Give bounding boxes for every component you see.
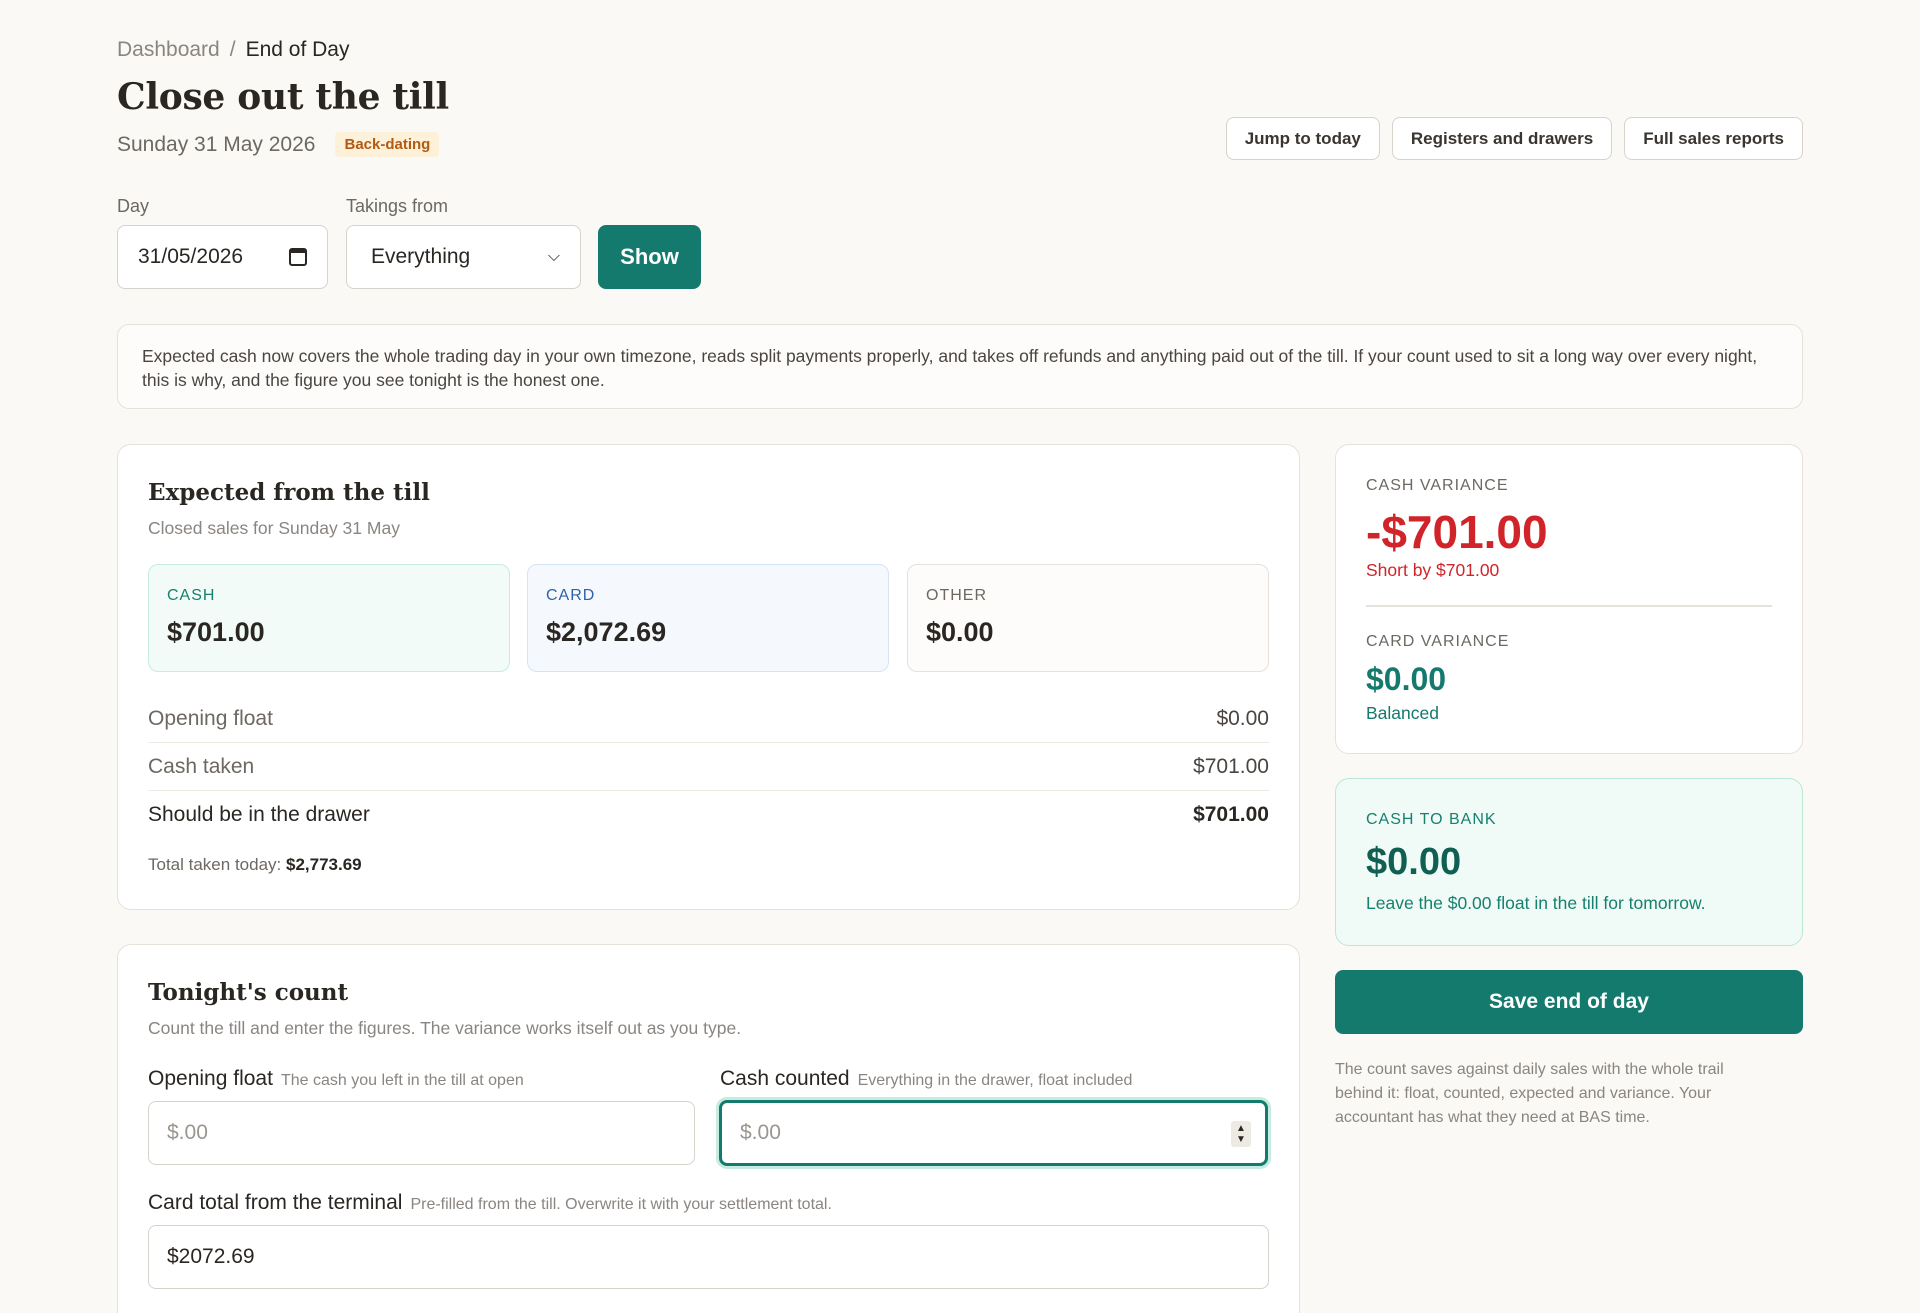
cash-variance-label: CASH VARIANCE bbox=[1366, 477, 1509, 494]
breadcrumb-current: End of Day bbox=[245, 38, 350, 61]
takings-from-value: Everything bbox=[371, 245, 471, 268]
takings-from-label: Takings from bbox=[346, 196, 449, 216]
day-date-input[interactable]: 31/05/2026 bbox=[117, 225, 328, 289]
opening-float-row: Opening float $0.00 bbox=[148, 695, 1269, 743]
opening-float-label: Opening float The cash you left in the ti… bbox=[148, 1067, 524, 1091]
opening-float-label-text: Opening float bbox=[148, 1067, 273, 1090]
total-label: Total taken today: bbox=[148, 855, 282, 874]
registers-and-drawers-button[interactable]: Registers and drawers bbox=[1391, 117, 1613, 160]
cash-counted-hint: Everything in the drawer, float included bbox=[857, 1072, 1133, 1089]
other-tile-label: OTHER bbox=[926, 587, 987, 604]
save-note: The count saves against daily sales with… bbox=[1335, 1061, 1724, 1126]
chevron-down-icon: ⌵ bbox=[547, 248, 560, 265]
cash-to-bank-label: CASH TO BANK bbox=[1366, 811, 1497, 828]
row-label: Should be in the drawer bbox=[148, 803, 370, 826]
breadcrumb-separator: / bbox=[229, 38, 236, 61]
row-value: $701.00 bbox=[1193, 754, 1269, 778]
card-total-value: $2072.69 bbox=[167, 1245, 255, 1268]
card-total-label: Card total from the terminal Pre-filled f… bbox=[148, 1191, 832, 1215]
expected-card-title: Expected from the till bbox=[148, 479, 430, 506]
row-value: $701.00 bbox=[1193, 803, 1269, 826]
card-tile-label: CARD bbox=[546, 587, 596, 604]
cash-tile: CASH $701.00 bbox=[148, 564, 510, 672]
cash-to-bank-note: Leave the $0.00 float in the till for to… bbox=[1366, 893, 1706, 913]
top-actions: Jump to today Registers and drawers Full… bbox=[1225, 117, 1803, 160]
takings-from-select[interactable]: Everything ⌵ bbox=[346, 225, 581, 289]
total-value: $2,773.69 bbox=[286, 855, 362, 874]
full-sales-reports-button[interactable]: Full sales reports bbox=[1624, 117, 1803, 160]
cash-tile-label: CASH bbox=[167, 587, 216, 604]
cash-taken-row: Cash taken $701.00 bbox=[148, 743, 1269, 791]
breadcrumb-dashboard-link[interactable]: Dashboard bbox=[117, 38, 220, 61]
card-tile-value: $2,072.69 bbox=[546, 617, 667, 647]
cash-variance-value: -$701.00 bbox=[1366, 506, 1548, 558]
card-total-input[interactable]: $2072.69 bbox=[148, 1225, 1269, 1289]
opening-float-input[interactable]: $.00 bbox=[148, 1101, 695, 1165]
day-date-value: 31/05/2026 bbox=[138, 245, 244, 268]
number-spinner-icon[interactable]: ▲ ▼ bbox=[1231, 1121, 1251, 1147]
other-tile-value: $0.00 bbox=[926, 617, 994, 647]
card-tile: CARD $2,072.69 bbox=[527, 564, 889, 672]
row-value: $0.00 bbox=[1216, 706, 1269, 730]
card-total-label-text: Card total from the terminal bbox=[148, 1191, 403, 1214]
variance-card: CASH VARIANCE -$701.00 Short by $701.00 … bbox=[1335, 444, 1803, 754]
card-variance-label: CARD VARIANCE bbox=[1366, 633, 1510, 650]
card-variance-value: $0.00 bbox=[1366, 661, 1447, 697]
page-title: Close out the till bbox=[117, 76, 449, 118]
cash-variance-note: Short by $701.00 bbox=[1366, 560, 1500, 580]
back-dating-badge: Back-dating bbox=[335, 132, 440, 157]
row-label: Cash taken bbox=[148, 754, 255, 778]
tonights-count-card: Tonight's count Count the till and enter… bbox=[117, 944, 1300, 1313]
card-variance-note: Balanced bbox=[1366, 703, 1439, 723]
other-tile: OTHER $0.00 bbox=[907, 564, 1269, 672]
count-card-subtitle: Count the till and enter the figures. Th… bbox=[148, 1018, 742, 1038]
jump-to-today-button[interactable]: Jump to today bbox=[1225, 117, 1380, 160]
show-button[interactable]: Show bbox=[598, 225, 701, 289]
cash-to-bank-card: CASH TO BANK $0.00 Leave the $0.00 float… bbox=[1335, 778, 1803, 946]
cash-counted-label-text: Cash counted bbox=[720, 1067, 850, 1090]
calendar-icon[interactable] bbox=[289, 248, 307, 266]
should-be-in-drawer-row: Should be in the drawer $701.00 bbox=[148, 791, 1269, 839]
info-notice: Expected cash now covers the whole tradi… bbox=[117, 324, 1803, 409]
expected-card-subtitle: Closed sales for Sunday 31 May bbox=[148, 518, 400, 538]
opening-float-hint: The cash you left in the till at open bbox=[280, 1072, 524, 1089]
card-total-hint: Pre-filled from the till. Overwrite it w… bbox=[410, 1196, 832, 1213]
cash-counted-placeholder: $.00 bbox=[740, 1121, 781, 1144]
save-end-of-day-button[interactable]: Save end of day bbox=[1335, 970, 1803, 1034]
breadcrumb: Dashboard / End of Day bbox=[117, 38, 349, 62]
row-label: Opening float bbox=[148, 706, 273, 730]
total-taken-today: Total taken today: $2,773.69 bbox=[148, 855, 362, 875]
cash-to-bank-value: $0.00 bbox=[1366, 841, 1462, 883]
page-date: Sunday 31 May 2026 bbox=[117, 132, 316, 156]
cash-tile-value: $701.00 bbox=[167, 617, 265, 647]
cash-counted-input[interactable]: $.00 ▲ ▼ bbox=[719, 1100, 1268, 1166]
expected-from-till-card: Expected from the till Closed sales for … bbox=[117, 444, 1300, 910]
cash-counted-label: Cash counted Everything in the drawer, fl… bbox=[720, 1067, 1132, 1091]
page-subtitle: Sunday 31 May 2026 Back-dating bbox=[117, 132, 440, 157]
day-label: Day bbox=[117, 196, 150, 216]
variance-divider bbox=[1366, 605, 1772, 607]
count-card-title: Tonight's count bbox=[148, 979, 349, 1006]
opening-float-placeholder: $.00 bbox=[167, 1121, 208, 1144]
